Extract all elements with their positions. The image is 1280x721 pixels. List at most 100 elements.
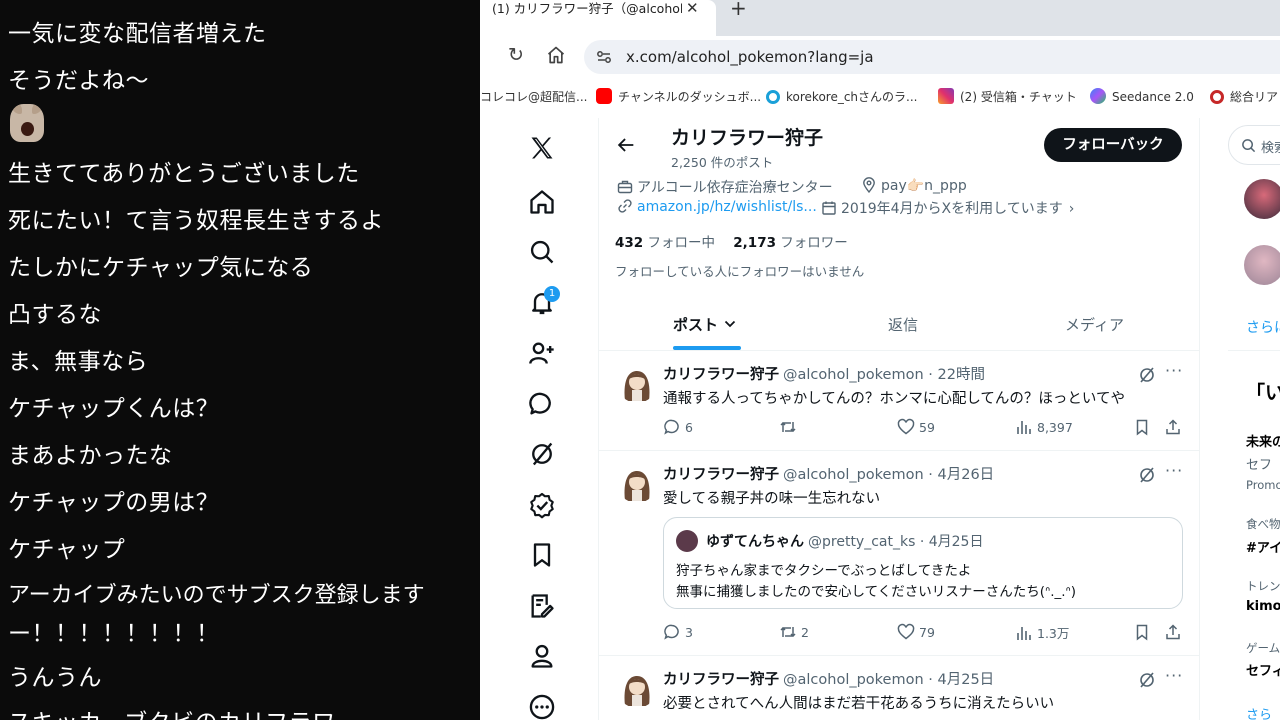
youtube-icon	[596, 88, 612, 104]
location-text: pay👉🏻n_ppp	[881, 178, 967, 194]
grok-icon[interactable]	[528, 440, 556, 468]
reply-icon	[664, 419, 679, 435]
author-name[interactable]: カリフラワー狩子	[663, 367, 779, 383]
like-button[interactable]: 79	[897, 623, 935, 641]
divider	[1228, 350, 1280, 351]
category-text: アルコール依存症治療センター	[637, 180, 833, 196]
tweet-header: カリフラワー狩子 @alcohol_pokemon · 4月26日	[663, 463, 994, 484]
quoted-text: 無事に捕獲しましたので安心してくださいリスナーさんたち(ᐢ._.ᐢ)	[676, 584, 1077, 600]
tab-close-icon[interactable]: ✕	[686, 0, 699, 17]
bookmark-label: チャンネルのダッシュボ...	[618, 90, 762, 104]
search-input[interactable]: 検索	[1228, 125, 1280, 165]
show-more-link[interactable]: さらに	[1246, 317, 1280, 337]
grok-icon[interactable]	[1137, 365, 1157, 385]
more-options-icon[interactable]: ···	[1165, 361, 1183, 380]
tab-media[interactable]: メディア	[1065, 314, 1124, 335]
author-handle[interactable]: @alcohol_pokemon · 22時間	[783, 367, 985, 383]
trend-item[interactable]: kimo	[1246, 599, 1280, 614]
new-tab-button[interactable]: +	[730, 0, 747, 20]
reply-button[interactable]: 3	[663, 623, 693, 641]
verified-icon[interactable]	[528, 491, 556, 519]
bookmark-item[interactable]: Seedance 2.0	[1090, 88, 1194, 104]
reload-icon[interactable]: ↻	[508, 44, 524, 66]
bookmark-item[interactable]: (2) 受信箱・チャット	[938, 88, 1077, 105]
retweet-icon	[780, 626, 796, 638]
chat-message: うんうん	[8, 665, 102, 691]
trend-item[interactable]: 未来の	[1246, 431, 1280, 450]
chevron-down-icon	[724, 320, 736, 328]
tweet-avatar[interactable]	[617, 363, 657, 403]
bookmark-item[interactable]: コレコレ@超配信...	[480, 88, 587, 105]
bookmark-item[interactable]: korekore_chさんのラ...	[766, 88, 917, 105]
like-button[interactable]: 59	[897, 418, 935, 436]
author-name[interactable]: カリフラワー狩子	[663, 672, 779, 688]
browser-tab-active[interactable]: (1) カリフラワー狩子（@alcohol_p ✕	[480, 0, 716, 36]
tweet[interactable]: カリフラワー狩子 @alcohol_pokemon · 4月25日 ··· 必要と…	[599, 656, 1199, 720]
chat-message: アーカイブみたいのでサブスク登録します	[8, 583, 425, 608]
bookmark-icon[interactable]	[1133, 623, 1151, 641]
tweet[interactable]: カリフラワー狩子 @alcohol_pokemon · 22時間 ··· 通報する…	[599, 351, 1199, 451]
articles-icon[interactable]	[528, 592, 556, 620]
reply-button[interactable]: 6	[663, 418, 693, 436]
explore-icon[interactable]	[528, 238, 556, 266]
quoted-author-name: ゆずてんちゃん	[706, 534, 804, 550]
back-arrow-icon[interactable]	[615, 134, 637, 156]
quoted-author-handle: @pretty_cat_ks · 4月25日	[808, 534, 984, 550]
tweet[interactable]: カリフラワー狩子 @alcohol_pokemon · 4月26日 ··· 愛して…	[599, 451, 1199, 656]
bookmarks-icon[interactable]	[528, 541, 556, 569]
notification-badge: 1	[544, 286, 560, 302]
chevron-right-icon[interactable]: ›	[1069, 201, 1075, 217]
quoted-tweet[interactable]: ゆずてんちゃん @pretty_cat_ks · 4月25日 狩子ちゃん家までタク…	[663, 517, 1183, 609]
tab-bar: (1) カリフラワー狩子（@alcohol_p ✕ +	[480, 0, 1280, 36]
more-options-icon[interactable]: ···	[1165, 461, 1183, 480]
x-logo-icon[interactable]	[528, 134, 556, 162]
more-options-icon[interactable]: ···	[1165, 666, 1183, 685]
bookmark-item[interactable]: 総合リア	[1210, 88, 1278, 105]
grok-icon[interactable]	[1137, 670, 1157, 690]
chat-message: そうだよね〜	[8, 68, 149, 94]
messages-icon[interactable]	[528, 390, 556, 418]
address-bar[interactable]: x.com/alcohol_pokemon?lang=ja	[584, 40, 1280, 74]
author-name[interactable]: カリフラワー狩子	[663, 467, 779, 483]
tweet-avatar[interactable]	[617, 463, 657, 503]
author-handle[interactable]: @alcohol_pokemon · 4月26日	[783, 467, 994, 483]
bookmark-item[interactable]: チャンネルのダッシュボ...	[596, 88, 761, 105]
trend-item[interactable]: セフィ	[1246, 660, 1280, 679]
quoted-text: 狩子ちゃん家までタクシーでぶっとばしてきたよ	[676, 563, 972, 579]
following-link[interactable]: 432 フォロー中	[615, 235, 715, 251]
tab-posts[interactable]: ポスト	[673, 314, 737, 335]
followers-link[interactable]: 2,173 フォロワー	[733, 235, 848, 251]
trend-item[interactable]: #アイ	[1246, 537, 1280, 556]
suggested-user-avatar[interactable]	[1244, 245, 1280, 285]
retweet-button[interactable]	[779, 418, 801, 436]
follow-icon[interactable]	[528, 339, 556, 367]
follow-back-button[interactable]: フォローバック	[1044, 128, 1182, 162]
grok-icon[interactable]	[1137, 465, 1157, 485]
home-nav-icon[interactable]	[528, 188, 556, 216]
share-icon[interactable]	[1164, 418, 1182, 436]
link-text[interactable]: amazon.jp/hz/wishlist/ls...	[637, 199, 817, 215]
views-icon	[1017, 627, 1031, 640]
tweet-avatar[interactable]	[617, 668, 657, 708]
home-icon[interactable]	[546, 45, 566, 65]
tab-label: ポスト	[673, 316, 719, 334]
chat-message: 一気に変な配信者増えた	[8, 21, 267, 47]
site-info-icon[interactable]	[596, 49, 612, 65]
tab-replies[interactable]: 返信	[888, 314, 918, 335]
bookmark-icon[interactable]	[1133, 418, 1151, 436]
share-icon[interactable]	[1164, 623, 1182, 641]
profile-link[interactable]: amazon.jp/hz/wishlist/ls...	[617, 198, 817, 215]
author-handle[interactable]: @alcohol_pokemon · 4月25日	[783, 672, 994, 688]
profile-icon[interactable]	[528, 642, 556, 670]
views-button[interactable]: 8,397	[1015, 418, 1073, 436]
tweet-header: カリフラワー狩子 @alcohol_pokemon · 22時間	[663, 363, 985, 384]
chat-message: ケチャップくんは？	[8, 396, 220, 422]
profile-location: pay👉🏻n_ppp	[861, 177, 967, 194]
views-button[interactable]: 1.3万	[1015, 623, 1069, 642]
trends-title: 「い	[1246, 382, 1280, 404]
suggested-user-avatar[interactable]	[1244, 179, 1280, 219]
trend-item[interactable]: さら	[1246, 704, 1272, 720]
retweet-button[interactable]: 2	[779, 623, 809, 641]
chat-message: たしかにケチャップ気になる	[8, 255, 314, 281]
more-icon[interactable]	[528, 693, 556, 721]
